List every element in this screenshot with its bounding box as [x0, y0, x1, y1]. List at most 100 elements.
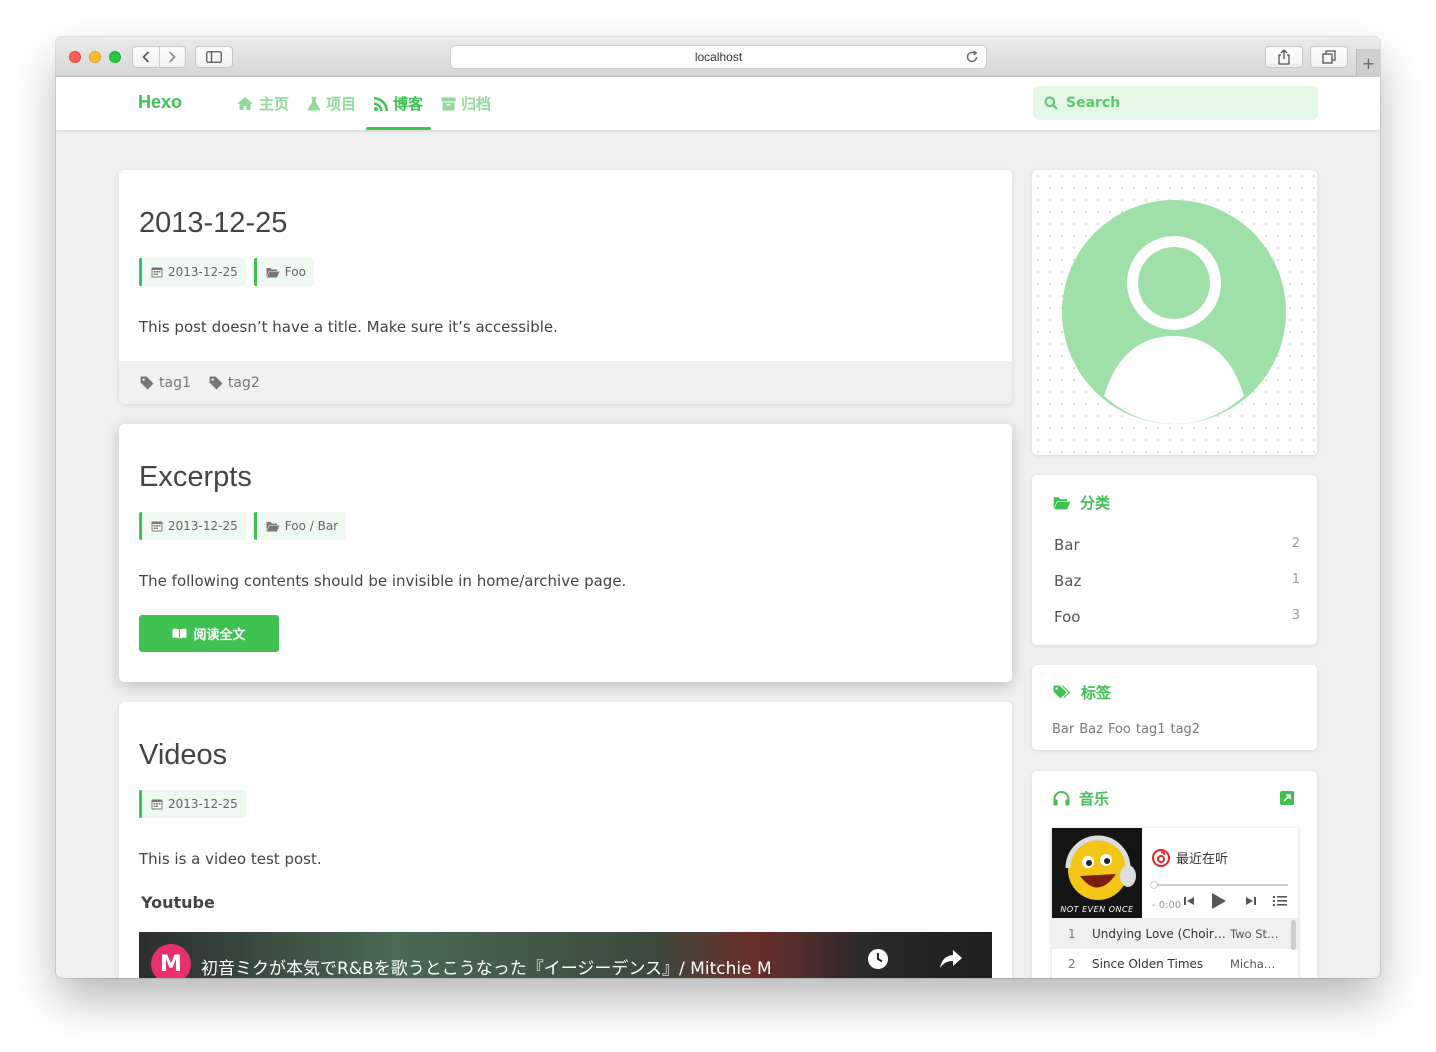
playlist-scrollbar[interactable] — [1291, 920, 1296, 950]
avatar[interactable] — [1062, 200, 1286, 424]
post-date-badge: 2013-12-25 — [139, 790, 246, 818]
browser-toolbar: localhost + — [56, 37, 1380, 77]
post-tag-label: tag1 — [159, 374, 191, 391]
tabs-overview-button[interactable] — [1310, 46, 1348, 68]
post-category-badge[interactable]: Foo / Bar — [253, 512, 347, 540]
next-track-icon[interactable] — [1245, 895, 1257, 907]
post-card: 2013-12-25 2013-12-25 Foo This post does… — [119, 170, 1012, 404]
tag-icon — [140, 376, 154, 389]
book-open-icon — [172, 628, 187, 639]
post-title[interactable]: 2013-12-25 — [139, 207, 287, 240]
tags-widget: 标签 Bar Baz Foo tag1 tag2 — [1032, 665, 1317, 750]
read-more-button[interactable]: 阅读全文 — [139, 615, 279, 652]
post-meta: 2013-12-25 Foo / Bar — [139, 512, 347, 540]
categories-widget-title: 分类 — [1053, 492, 1110, 513]
album-cover[interactable]: NOT EVEN ONCE — [1052, 828, 1142, 918]
post-card: Videos 2013-12-25 This is a video test p… — [119, 702, 1012, 978]
nav-item-blog[interactable]: 博客 — [366, 77, 432, 130]
youtube-video-embed[interactable]: M 初音ミクが本気でR&Bを歌うとこうなった『イージーデンス』/ Mitchie… — [139, 932, 992, 978]
search-placeholder: Search — [1066, 95, 1121, 111]
categories-widget: 分类 Bar 2 Baz 1 Foo 3 — [1032, 475, 1317, 645]
external-link-icon[interactable] — [1280, 791, 1294, 805]
category-name: Baz — [1054, 572, 1082, 590]
category-item[interactable]: Bar 2 — [1054, 536, 1300, 554]
home-icon — [237, 97, 253, 110]
playback-progress-bar[interactable] — [1150, 881, 1288, 889]
headphones-icon — [1053, 791, 1070, 806]
netease-music-icon — [1152, 848, 1170, 867]
share-icon — [1278, 49, 1290, 65]
calendar-icon — [151, 799, 163, 810]
widget-title-label: 分类 — [1080, 494, 1111, 512]
tabs-icon — [1322, 50, 1336, 64]
sidebar-toggle-button[interactable] — [195, 46, 233, 68]
tag-icon — [209, 376, 223, 389]
playlist-item[interactable]: 1 Undying Love (Choir… Two St… — [1052, 918, 1298, 948]
music-widget: 音乐 NOT EVEN ONCE 最近在听 - 0:00 1 Undying L… — [1032, 771, 1317, 978]
site-brand[interactable]: Hexo — [138, 92, 182, 113]
zoom-window-button[interactable] — [109, 51, 121, 63]
search-icon — [1044, 96, 1058, 110]
minimize-window-button[interactable] — [89, 51, 101, 63]
new-tab-button[interactable]: + — [1356, 49, 1380, 77]
watch-later-icon[interactable] — [867, 948, 889, 970]
video-title[interactable]: 初音ミクが本気でR&Bを歌うとこうなった『イージーデンス』/ Mitchie M — [201, 954, 772, 978]
back-button[interactable] — [133, 47, 159, 67]
search-input[interactable]: Search — [1033, 86, 1318, 120]
post-meta: 2013-12-25 — [139, 790, 246, 818]
post-date: 2013-12-25 — [168, 265, 238, 279]
play-icon[interactable] — [1211, 892, 1227, 910]
tag-link[interactable]: Bar — [1052, 722, 1074, 737]
calendar-icon — [151, 267, 163, 278]
previous-track-icon[interactable] — [1183, 895, 1195, 907]
read-more-label: 阅读全文 — [193, 628, 246, 643]
category-name: Bar — [1054, 536, 1080, 554]
nav-item-label: 项目 — [326, 95, 357, 113]
url-text: localhost — [694, 50, 743, 64]
tag-link[interactable]: tag2 — [1170, 722, 1200, 737]
tag-link[interactable]: tag1 — [1136, 722, 1166, 737]
tag-link[interactable]: Baz — [1079, 722, 1103, 737]
reload-icon[interactable] — [965, 50, 979, 64]
track-number: 2 — [1068, 956, 1076, 971]
share-video-icon[interactable] — [939, 948, 963, 970]
album-cover-label: NOT EVEN ONCE — [1060, 905, 1134, 914]
nav-item-projects[interactable]: 项目 — [303, 77, 360, 130]
nav-item-home[interactable]: 主页 — [232, 77, 293, 130]
archive-icon — [441, 97, 456, 110]
post-meta: 2013-12-25 Foo — [139, 258, 314, 286]
category-item[interactable]: Baz 1 — [1054, 572, 1300, 590]
post-title[interactable]: Excerpts — [139, 461, 252, 494]
post-tag[interactable]: tag1 — [140, 375, 191, 391]
share-button[interactable] — [1265, 46, 1303, 68]
category-item[interactable]: Foo 3 — [1054, 608, 1300, 626]
post-category-badge[interactable]: Foo — [253, 258, 314, 286]
browser-window: localhost + Hexo 主页 项目 博客 归档 Search 2013… — [56, 37, 1380, 978]
progress-knob[interactable] — [1150, 881, 1158, 889]
close-window-button[interactable] — [69, 51, 81, 63]
post-excerpt: This post doesn’t have a title. Make sur… — [139, 318, 558, 336]
forward-button[interactable] — [158, 47, 186, 67]
track-artist: Michae… — [1230, 956, 1282, 971]
nav-item-archives[interactable]: 归档 — [437, 77, 495, 130]
profile-card — [1032, 170, 1317, 455]
track-name: Since Olden Times — [1092, 956, 1204, 971]
channel-logo[interactable]: M — [151, 944, 191, 978]
folder-open-icon — [266, 521, 280, 531]
post-card: Excerpts 2013-12-25 Foo / Bar The follow… — [119, 424, 1012, 682]
playlist-item[interactable]: 2 Since Olden Times Michae… — [1052, 948, 1298, 978]
post-category: Foo / Bar — [284, 519, 339, 533]
tag-link[interactable]: Foo — [1108, 722, 1131, 737]
widget-title-label: 音乐 — [1079, 790, 1110, 808]
address-bar[interactable]: localhost — [450, 45, 987, 69]
back-forward-buttons — [132, 46, 186, 68]
category-count: 1 — [1291, 572, 1300, 587]
track-artist: Two St… — [1230, 926, 1279, 941]
category-count: 3 — [1291, 608, 1300, 623]
post-tag[interactable]: tag2 — [209, 375, 260, 391]
playlist-icon[interactable] — [1273, 895, 1287, 907]
now-playing-title: 最近在听 — [1152, 848, 1228, 867]
post-title[interactable]: Videos — [139, 739, 227, 772]
post-date-badge: 2013-12-25 — [139, 258, 246, 286]
post-subheading: Youtube — [141, 893, 215, 912]
